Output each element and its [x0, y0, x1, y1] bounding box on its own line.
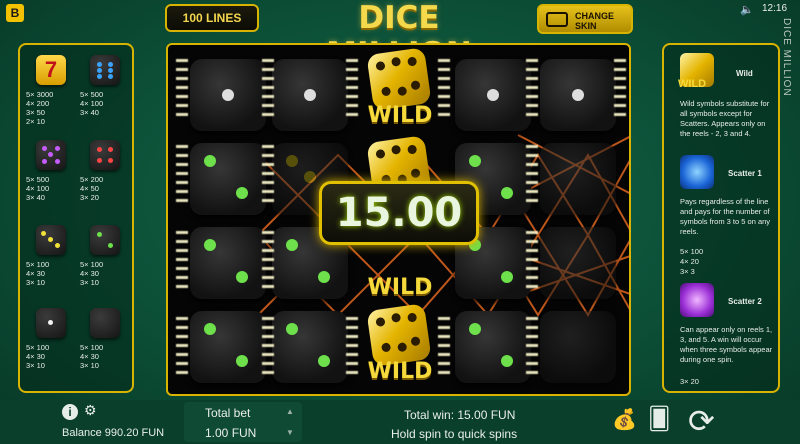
total-bet-value: 1.00 FUN — [205, 426, 257, 440]
sparkle-effect — [176, 317, 188, 377]
sparkle-effect — [262, 59, 274, 119]
sparkle-effect — [262, 317, 274, 377]
die-r4c5 — [540, 311, 616, 383]
sparkle-effect — [176, 145, 188, 205]
sparkle-effect — [614, 59, 626, 119]
sparkle-effect — [262, 145, 274, 205]
paytable-yellow-dice: 5× 100 4× 30 3× 10 — [22, 225, 74, 287]
black-dice-icon — [90, 308, 120, 338]
sparkle-effect — [176, 59, 188, 119]
die-r4c1 — [190, 311, 266, 383]
die-r2c5 — [540, 143, 616, 215]
spin-icon[interactable]: ⟳ — [688, 402, 715, 440]
info-panel: WILD Wild Wild symbols substitute for al… — [662, 43, 780, 393]
paytable-panel: 7 5× 3000 4× 200 3× 50 2× 10 5× 500 4× 100 3×… — [18, 43, 134, 393]
bet-up-icon[interactable]: ▲ — [286, 407, 294, 416]
die-r4c2 — [272, 311, 348, 383]
scatter1-icon — [680, 155, 714, 189]
paytable-purple-dice: 5× 500 4× 100 3× 40 — [22, 140, 74, 202]
die-r3c1 — [190, 227, 266, 299]
cards-icon[interactable]: 🂠 — [648, 406, 671, 432]
die-r4c4 — [455, 311, 531, 383]
paytable-seven: 7 5× 3000 4× 200 3× 50 2× 10 — [22, 55, 74, 126]
brand-logo[interactable]: B — [6, 4, 24, 22]
die-r1c5 — [540, 59, 616, 131]
sparkle-effect — [526, 145, 538, 205]
game-title: DICE MILLION — [326, 0, 472, 72]
clock: 12:16 — [762, 3, 788, 14]
scatter2-icon — [680, 283, 714, 317]
paytable-white-dice: 5× 100 4× 30 3× 10 — [22, 308, 74, 370]
paytable-red-dice: 5× 200 4× 50 3× 20 — [76, 140, 128, 202]
change-skin-button[interactable]: CHANGE SKIN — [537, 4, 633, 34]
bet-down-icon[interactable]: ▼ — [286, 428, 294, 437]
sparkle-effect — [262, 231, 274, 291]
paytable-black-dice: 5× 100 4× 30 3× 10 — [76, 308, 128, 370]
total-win: Total win: 15.00 FUN — [404, 408, 516, 422]
reels-area[interactable]: WILD WILD WILD 15.00 — [166, 43, 631, 396]
sparkle-effect — [176, 231, 188, 291]
green-dice-icon — [90, 225, 120, 255]
seven-icon: 7 — [36, 55, 66, 85]
blue-dice-icon — [90, 55, 120, 85]
paytable-green-dice: 5× 100 4× 30 3× 10 — [76, 225, 128, 287]
purple-dice-icon — [36, 140, 66, 170]
sparkle-effect — [438, 59, 450, 119]
red-dice-icon — [90, 140, 120, 170]
quick-spin-hint: Hold spin to quick spins — [391, 427, 518, 441]
paytable-blue-dice: 5× 500 4× 100 3× 40 — [76, 55, 128, 117]
sparkle-effect — [526, 59, 538, 119]
money-bag-icon[interactable]: 💰 — [612, 407, 637, 432]
card-icon — [546, 12, 568, 27]
info-icon[interactable]: i — [62, 404, 78, 420]
sparkle-effect — [526, 317, 538, 377]
win-amount-banner: 15.00 — [319, 181, 479, 245]
gear-icon[interactable]: ⚙ — [84, 402, 97, 419]
white-dice-icon — [36, 308, 66, 338]
die-r1c2 — [272, 59, 348, 131]
die-r3c5 — [540, 227, 616, 299]
sparkle-effect — [346, 59, 358, 119]
yellow-dice-icon — [36, 225, 66, 255]
wild-symbol: WILD — [358, 303, 436, 387]
lines-button[interactable]: 100 LINES — [165, 4, 259, 32]
die-r2c1 — [190, 143, 266, 215]
sound-icon[interactable]: 🔈 — [740, 3, 754, 16]
balance: Balance 990.20 FUN — [62, 427, 165, 439]
side-title: DICE MILLION — [781, 18, 792, 97]
total-bet-label: Total bet — [205, 406, 251, 420]
sparkle-effect — [438, 317, 450, 377]
die-r1c1 — [190, 59, 266, 131]
sparkle-effect — [526, 231, 538, 291]
die-r1c4 — [455, 59, 531, 131]
wild-symbol: WILD — [358, 47, 436, 131]
sparkle-effect — [346, 317, 358, 377]
